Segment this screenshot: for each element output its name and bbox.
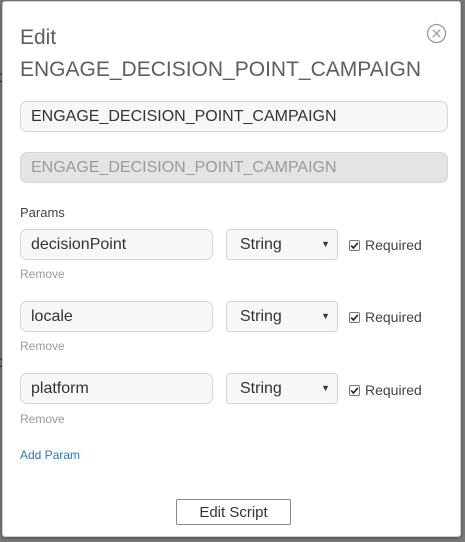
edit-script-button[interactable]: Edit Script xyxy=(176,499,291,525)
remove-param-link[interactable]: Remove xyxy=(20,339,65,353)
remove-param-link[interactable]: Remove xyxy=(20,412,65,426)
param-type-select[interactable]: String ▼ xyxy=(226,301,338,332)
param-type-value: String xyxy=(240,380,282,397)
required-label: Required xyxy=(365,237,422,253)
params-label: Params xyxy=(20,205,65,220)
checkbox-checked-icon[interactable] xyxy=(349,239,360,251)
checkbox-checked-icon[interactable] xyxy=(349,384,360,396)
required-checkbox[interactable]: Required xyxy=(349,382,422,402)
param-name-input[interactable] xyxy=(20,229,213,260)
id-input xyxy=(20,152,448,183)
required-checkbox[interactable]: Required xyxy=(349,309,422,329)
dropdown-caret-icon: ▼ xyxy=(321,311,330,321)
add-param-link[interactable]: Add Param xyxy=(20,448,80,462)
dropdown-caret-icon: ▼ xyxy=(321,383,330,393)
checkbox-checked-icon[interactable] xyxy=(349,311,360,323)
required-checkbox[interactable]: Required xyxy=(349,237,422,257)
param-type-select[interactable]: String ▼ xyxy=(226,229,338,260)
close-icon[interactable] xyxy=(426,23,447,44)
dropdown-caret-icon: ▼ xyxy=(321,239,330,249)
param-name-input[interactable] xyxy=(20,301,213,332)
remove-param-link[interactable]: Remove xyxy=(20,267,65,281)
edit-dialog: Edit ENGAGE_DECISION_POINT_CAMPAIGN Para… xyxy=(2,1,461,537)
dialog-title: Edit ENGAGE_DECISION_POINT_CAMPAIGN xyxy=(20,26,422,81)
param-type-select[interactable]: String ▼ xyxy=(226,373,338,404)
required-label: Required xyxy=(365,382,422,398)
required-label: Required xyxy=(365,309,422,325)
name-input[interactable] xyxy=(20,101,448,132)
param-type-value: String xyxy=(240,236,282,253)
param-name-input[interactable] xyxy=(20,373,213,404)
param-type-value: String xyxy=(240,308,282,325)
